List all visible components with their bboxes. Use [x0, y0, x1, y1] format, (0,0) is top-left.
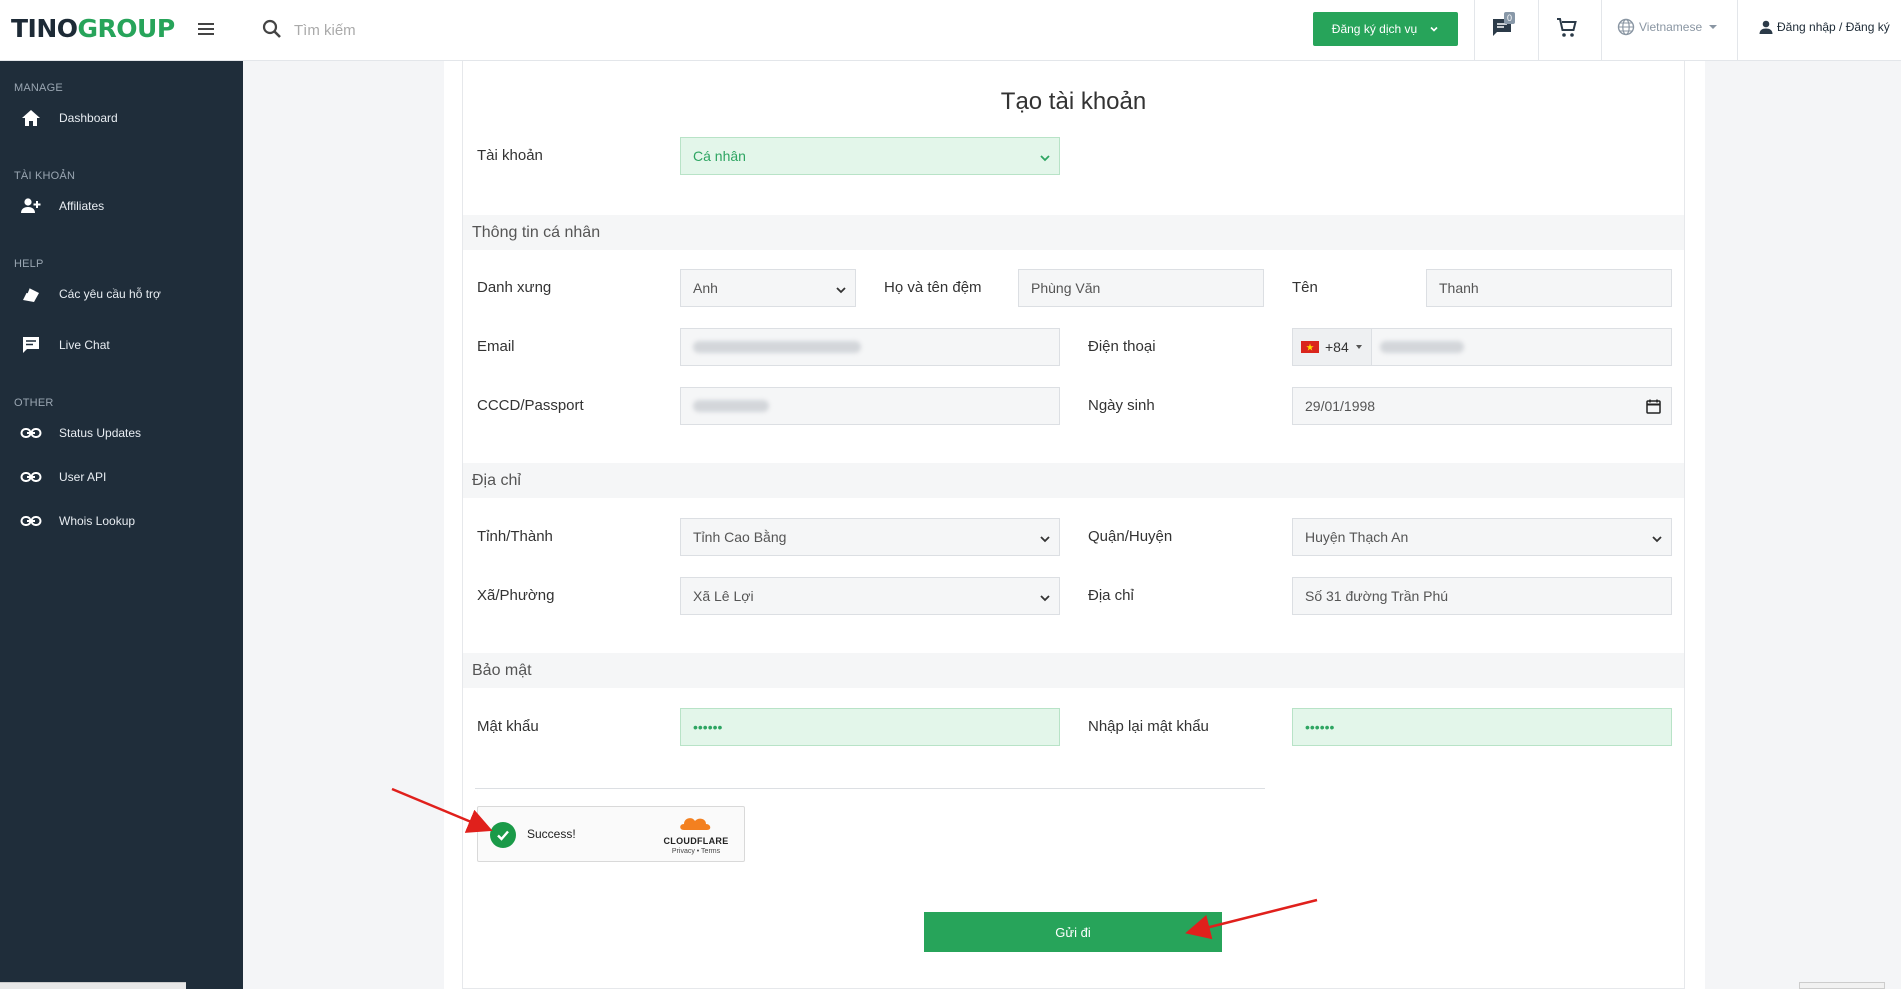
top-bar: TINOGROUP Đăng ký dịch vụ 0 Vietnamese Đ…	[0, 0, 1901, 61]
redacted-email	[693, 341, 861, 353]
cloudflare-logo: CLOUDFLARE Privacy • Terms	[660, 815, 732, 855]
caret-down-icon	[1355, 345, 1362, 349]
redacted-phone	[1379, 341, 1464, 353]
sidebar-section-title: HELP	[14, 258, 44, 270]
divider	[475, 788, 1265, 789]
cart-icon[interactable]	[1555, 16, 1579, 40]
search-input[interactable]	[294, 16, 714, 44]
sidebar-item-status-updates[interactable]: Status Updates	[0, 416, 243, 450]
register-service-button[interactable]: Đăng ký dịch vụ	[1313, 12, 1458, 46]
first-name-input[interactable]: Thanh	[1426, 269, 1672, 307]
password-label: Mật khẩu	[477, 718, 539, 735]
cloud-icon	[680, 818, 711, 830]
street-address-input[interactable]: Số 31 đường Trần Phú	[1292, 577, 1672, 615]
chevron-down-icon	[1040, 155, 1050, 162]
section-personal-info: Thông tin cá nhân	[463, 215, 1684, 250]
middle-name-input[interactable]: Phùng Văn	[1018, 269, 1264, 307]
chat-icon	[20, 335, 42, 355]
sidebar-section-title: OTHER	[14, 397, 54, 409]
birthday-label: Ngày sinh	[1088, 397, 1155, 414]
section-address: Địa chỉ	[463, 463, 1684, 498]
sidebar-item-whois-lookup[interactable]: Whois Lookup	[0, 504, 243, 538]
email-field[interactable]	[680, 328, 1060, 366]
email-label: Email	[477, 338, 515, 355]
district-select[interactable]: Huyện Thạch An	[1292, 518, 1672, 556]
sidebar-item-support-tickets[interactable]: Các yêu cầu hỗ trợ	[0, 277, 243, 311]
divider	[1538, 0, 1539, 61]
country-code-selector[interactable]: +84	[1293, 329, 1372, 365]
cloudflare-turnstile-widget[interactable]: Success! CLOUDFLARE Privacy • Terms	[477, 806, 745, 862]
ticket-icon	[20, 284, 42, 304]
divider	[1474, 0, 1475, 61]
login-register-link[interactable]: Đăng nhập / Đăng ký	[1758, 19, 1890, 35]
submit-button[interactable]: Gửi đi	[924, 912, 1222, 952]
register-form-card: Tạo tài khoản Tài khoản Cá nhân Thông ti…	[462, 61, 1685, 989]
chevron-down-icon	[1040, 536, 1050, 543]
scroll-corner	[1799, 982, 1885, 989]
chevron-down-icon	[1652, 536, 1662, 543]
province-label: Tỉnh/Thành	[477, 528, 553, 545]
link-icon	[20, 511, 42, 531]
phone-field[interactable]: +84	[1292, 328, 1672, 366]
phone-label: Điện thoại	[1088, 338, 1156, 355]
middle-name-label: Họ và tên đệm	[884, 279, 982, 296]
user-plus-icon	[20, 196, 42, 216]
language-selector[interactable]: Vietnamese	[1617, 18, 1720, 36]
province-select[interactable]: Tỉnh Cao Bằng	[680, 518, 1060, 556]
captcha-status-text: Success!	[527, 827, 576, 841]
district-label: Quận/Huyện	[1088, 528, 1173, 545]
password-input[interactable]: ••••••	[680, 708, 1060, 746]
divider	[1737, 0, 1738, 61]
sidebar: MANAGE Dashboard TÀI KHOẢN Affiliates HE…	[0, 61, 243, 989]
account-type-label: Tài khoản	[477, 147, 543, 164]
sidebar-section-title: TÀI KHOẢN	[14, 170, 76, 182]
salutation-select[interactable]: Anh	[680, 269, 856, 307]
link-icon	[20, 423, 42, 443]
divider	[1601, 0, 1602, 61]
privacy-terms-links[interactable]: Privacy • Terms	[660, 848, 732, 855]
home-icon	[20, 108, 42, 128]
notification-badge: 0	[1504, 12, 1516, 24]
account-type-select[interactable]: Cá nhân	[680, 137, 1060, 175]
id-number-field[interactable]	[680, 387, 1060, 425]
password-confirm-label: Nhập lại mật khẩu	[1088, 718, 1209, 735]
user-icon	[1759, 20, 1773, 34]
birthday-date-input[interactable]: 29/01/1998	[1292, 387, 1672, 425]
sidebar-item-dashboard[interactable]: Dashboard	[0, 101, 243, 135]
chevron-down-icon	[1040, 595, 1050, 602]
globe-icon	[1617, 18, 1635, 36]
calendar-icon[interactable]	[1646, 399, 1661, 414]
browser-status-bar	[0, 982, 186, 989]
success-check-icon	[490, 822, 516, 848]
first-name-label: Tên	[1292, 279, 1318, 296]
id-number-label: CCCD/Passport	[477, 397, 584, 414]
page-title: Tạo tài khoản	[1000, 88, 1147, 115]
chevron-down-icon	[836, 287, 846, 294]
logo[interactable]: TINOGROUP	[11, 14, 175, 43]
sidebar-item-user-api[interactable]: User API	[0, 460, 243, 494]
ward-label: Xã/Phường	[477, 587, 555, 604]
chevron-down-icon	[1430, 26, 1438, 32]
sidebar-section-title: MANAGE	[14, 82, 63, 94]
salutation-label: Danh xưng	[477, 279, 552, 296]
ward-select[interactable]: Xã Lê Lợi	[680, 577, 1060, 615]
sidebar-item-affiliates[interactable]: Affiliates	[0, 189, 243, 223]
hamburger-menu-icon[interactable]	[194, 17, 218, 41]
sidebar-item-live-chat[interactable]: Live Chat	[0, 328, 243, 362]
section-security: Bảo mật	[463, 653, 1684, 688]
password-confirm-input[interactable]: ••••••	[1292, 708, 1672, 746]
link-icon	[20, 467, 42, 487]
vietnam-flag-icon	[1301, 341, 1319, 353]
street-address-label: Địa chỉ	[1088, 587, 1134, 604]
search-icon[interactable]	[260, 17, 284, 41]
caret-down-icon	[1709, 25, 1718, 29]
redacted-id	[693, 400, 769, 412]
